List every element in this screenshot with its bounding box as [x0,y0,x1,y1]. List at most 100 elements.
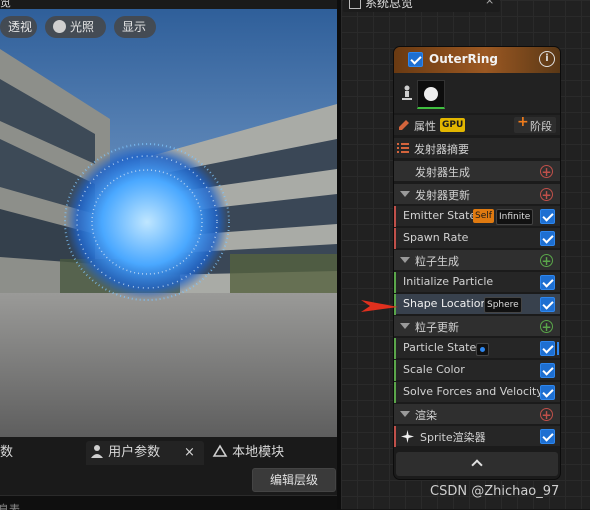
module-scale-color[interactable]: Scale Color [394,359,560,381]
edit-layers-button[interactable]: 编辑层级 [252,468,336,492]
module-enable-checkbox[interactable] [540,209,555,224]
emitter-node[interactable]: OuterRing i 属性 GPU + 阶段 发射器摘要 发射器生成 + 发射… [394,47,560,479]
lighting-button[interactable]: 光照 [45,16,106,38]
module-solve-forces-label: Solve Forces and Velocity [403,385,543,398]
emitter-summary-label: 发射器摘要 [414,143,469,156]
info-icon[interactable]: i [539,51,555,67]
module-enable-checkbox[interactable] [540,429,555,444]
emitter-enable-checkbox[interactable] [408,52,423,67]
tab-system-overview-label: 系统总览 [365,0,414,10]
module-accent [394,360,396,381]
section-particle-update-label: 粒子更新 [415,321,459,334]
tab-user-params[interactable]: 用户参数 × [86,441,204,465]
module-enable-checkbox[interactable] [540,297,555,312]
module-emitter-state[interactable]: Emitter State Self Infinite [394,205,560,227]
tab-params-fragment-label: 数 [0,445,14,460]
annotation-arrow-icon [361,300,398,312]
emitter-summary-row[interactable]: 发射器摘要 [394,137,560,158]
module-shape-location-label: Shape Location [403,297,488,310]
viewport-tab-strip: 览 [0,0,337,9]
module-accent [394,272,396,293]
module-accent [394,382,396,403]
stage-button[interactable]: + 阶段 [514,114,556,133]
viewport[interactable]: 览 透视 光照 显示 [0,0,337,437]
module-sprite-renderer-label: Sprite渲染器 [420,431,486,444]
module-enable-checkbox[interactable] [540,363,555,378]
add-emitter-update-module-icon[interactable]: + [540,188,553,201]
show-button[interactable]: 显示 [114,16,156,38]
module-icon [212,444,228,457]
perspective-label: 透视 [8,20,33,34]
sphere-thumbnail-icon [424,87,438,101]
tab-local-module[interactable]: 本地模块 [212,441,284,465]
lighting-sphere-icon [53,20,66,33]
particle-state-dot-icon [476,343,489,356]
module-accent [394,206,396,227]
module-emitter-state-label: Emitter State [403,209,477,222]
user-icon [91,445,103,458]
section-emitter-update-label: 发射器更新 [415,189,470,202]
badge-self: Self [473,209,494,223]
add-particle-spawn-module-icon[interactable]: + [540,254,553,267]
section-particle-spawn[interactable]: 粒子生成 + [394,249,560,270]
add-particle-update-module-icon[interactable]: + [540,320,553,333]
module-scale-color-label: Scale Color [403,363,465,376]
add-renderer-icon[interactable]: + [540,408,553,421]
properties-row[interactable]: 属性 GPU + 阶段 [394,114,560,135]
figure-icon [402,85,412,100]
module-accent [394,338,396,359]
node-title: OuterRing [429,52,499,66]
section-render-label: 渲染 [415,409,437,422]
module-solve-forces[interactable]: Solve Forces and Velocity [394,381,560,403]
watermark: CSDN @Zhichao_97 [430,484,560,499]
bottom-search-strip: 息表 [0,495,341,510]
section-emitter-spawn-label: 发射器生成 [415,166,470,179]
properties-label: 属性 [414,120,436,133]
badge-sphere: Sphere [484,297,522,313]
node-header[interactable]: OuterRing i [394,47,560,73]
chevron-down-icon[interactable] [400,191,410,197]
graph-tab-close-icon[interactable]: × [485,0,494,7]
section-emitter-update[interactable]: 发射器更新 + [394,183,560,204]
stage-label: 阶段 [530,120,552,133]
add-stage-icon: + [517,114,529,130]
module-spawn-rate[interactable]: Spawn Rate [394,227,560,249]
pencil-icon [399,120,409,130]
module-enable-checkbox[interactable] [540,341,555,356]
module-enable-checkbox[interactable] [540,231,555,246]
section-emitter-spawn[interactable]: 发射器生成 + [394,160,560,181]
collapse-node-button[interactable] [396,452,558,476]
chevron-down-icon[interactable] [400,323,410,329]
module-initialize-particle[interactable]: Initialize Particle [394,271,560,293]
perspective-button[interactable]: 透视 [0,16,37,38]
section-render[interactable]: 渲染 + [394,403,560,424]
sprite-icon [401,430,414,443]
tab-params-fragment[interactable]: 数 [0,441,13,465]
viewport-scene [0,9,337,437]
list-icon [397,143,409,153]
overview-icon [349,0,361,9]
module-particle-state-label: Particle State [403,341,477,354]
viewport-tab-fragment: 览 [0,0,11,9]
module-shape-location[interactable]: Shape Location Sphere [394,293,560,315]
gpu-badge: GPU [440,118,466,132]
module-enable-checkbox[interactable] [540,275,555,290]
chevron-down-icon[interactable] [400,257,410,263]
tab-close-icon[interactable]: × [184,441,195,465]
tab-system-overview[interactable]: 系统总览 × [343,0,500,12]
chevron-down-icon[interactable] [400,411,410,417]
add-emitter-spawn-module-icon[interactable]: + [540,165,553,178]
emitter-thumbnail[interactable] [417,80,445,109]
badge-infinite: Infinite [496,209,534,225]
tab-local-module-label: 本地模块 [232,445,285,460]
module-sprite-renderer[interactable]: Sprite渲染器 [394,425,560,447]
section-particle-spawn-label: 粒子生成 [415,255,459,268]
section-particle-update[interactable]: 粒子更新 + [394,315,560,336]
module-accent [394,426,396,447]
module-initialize-particle-label: Initialize Particle [403,275,494,288]
module-particle-state[interactable]: Particle State [394,337,560,359]
module-enable-checkbox[interactable] [540,385,555,400]
thumbnail-row [394,73,560,113]
show-label: 显示 [122,20,147,34]
edge-marker [557,342,559,355]
